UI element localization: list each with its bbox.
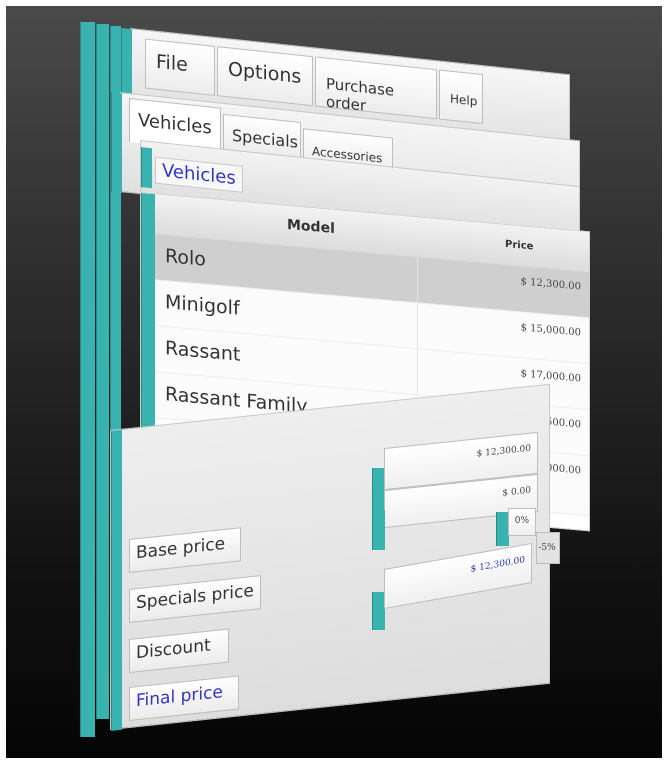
exploded-3d-ui: File Options Purchase order Help Vehicle… bbox=[0, 0, 666, 762]
row-model: Minigolf bbox=[165, 291, 240, 320]
menu-options[interactable]: Options bbox=[217, 46, 313, 107]
base-price-value: $ 12,300.00 bbox=[476, 443, 531, 460]
menu-file-label: File bbox=[156, 50, 188, 77]
menu-options-label: Options bbox=[228, 58, 302, 89]
row-model: Rassant bbox=[165, 337, 241, 366]
discount-field-edge bbox=[372, 510, 385, 550]
specials-price-text: Specials price bbox=[136, 580, 254, 614]
summary-edge bbox=[111, 429, 122, 731]
group-edge bbox=[141, 147, 152, 189]
base-price-text: Base price bbox=[136, 533, 226, 564]
column-divider bbox=[417, 257, 418, 303]
discount-field[interactable]: 0% bbox=[508, 508, 536, 536]
window-edge bbox=[96, 24, 109, 719]
tab-vehicles-label: Vehicles bbox=[138, 109, 212, 139]
row-price: $ 12,300.00 bbox=[520, 276, 581, 293]
menu-purchase-order-label: Purchase order bbox=[326, 74, 395, 115]
menu-help[interactable]: Help bbox=[439, 69, 483, 125]
row-price: $ 15,000.00 bbox=[520, 322, 581, 339]
base-price-label: Base price bbox=[129, 527, 241, 574]
discount-label: Discount bbox=[129, 628, 229, 674]
menu-file[interactable]: File bbox=[145, 38, 215, 96]
column-header-price[interactable]: Price bbox=[505, 239, 533, 252]
row-model: Rolo bbox=[165, 245, 206, 271]
row-price: $ 17,000.00 bbox=[520, 368, 581, 385]
specials-price-label: Specials price bbox=[129, 575, 261, 624]
discount-value: 0% bbox=[514, 516, 529, 526]
specials-price-value: $ 0.00 bbox=[502, 485, 531, 499]
discount-minus-text: -5% bbox=[538, 543, 556, 553]
discount-minus-button[interactable]: -5% bbox=[536, 532, 560, 564]
menu-help-label: Help bbox=[450, 91, 478, 109]
window-edge bbox=[80, 22, 95, 737]
final-price-label: Final price bbox=[129, 675, 239, 722]
tab-specials-label: Specials bbox=[232, 125, 298, 152]
tab-strip-edge bbox=[111, 92, 122, 194]
discount-text: Discount bbox=[136, 635, 211, 664]
column-header-model[interactable]: Model bbox=[287, 217, 335, 237]
final-price-text: Final price bbox=[136, 682, 223, 712]
column-divider bbox=[417, 303, 418, 349]
group-title: Vehicles bbox=[155, 156, 243, 193]
menu-purchase-order[interactable]: Purchase order bbox=[315, 56, 437, 120]
column-divider bbox=[417, 349, 418, 395]
final-price-value: $ 12,300.00 bbox=[470, 555, 525, 575]
